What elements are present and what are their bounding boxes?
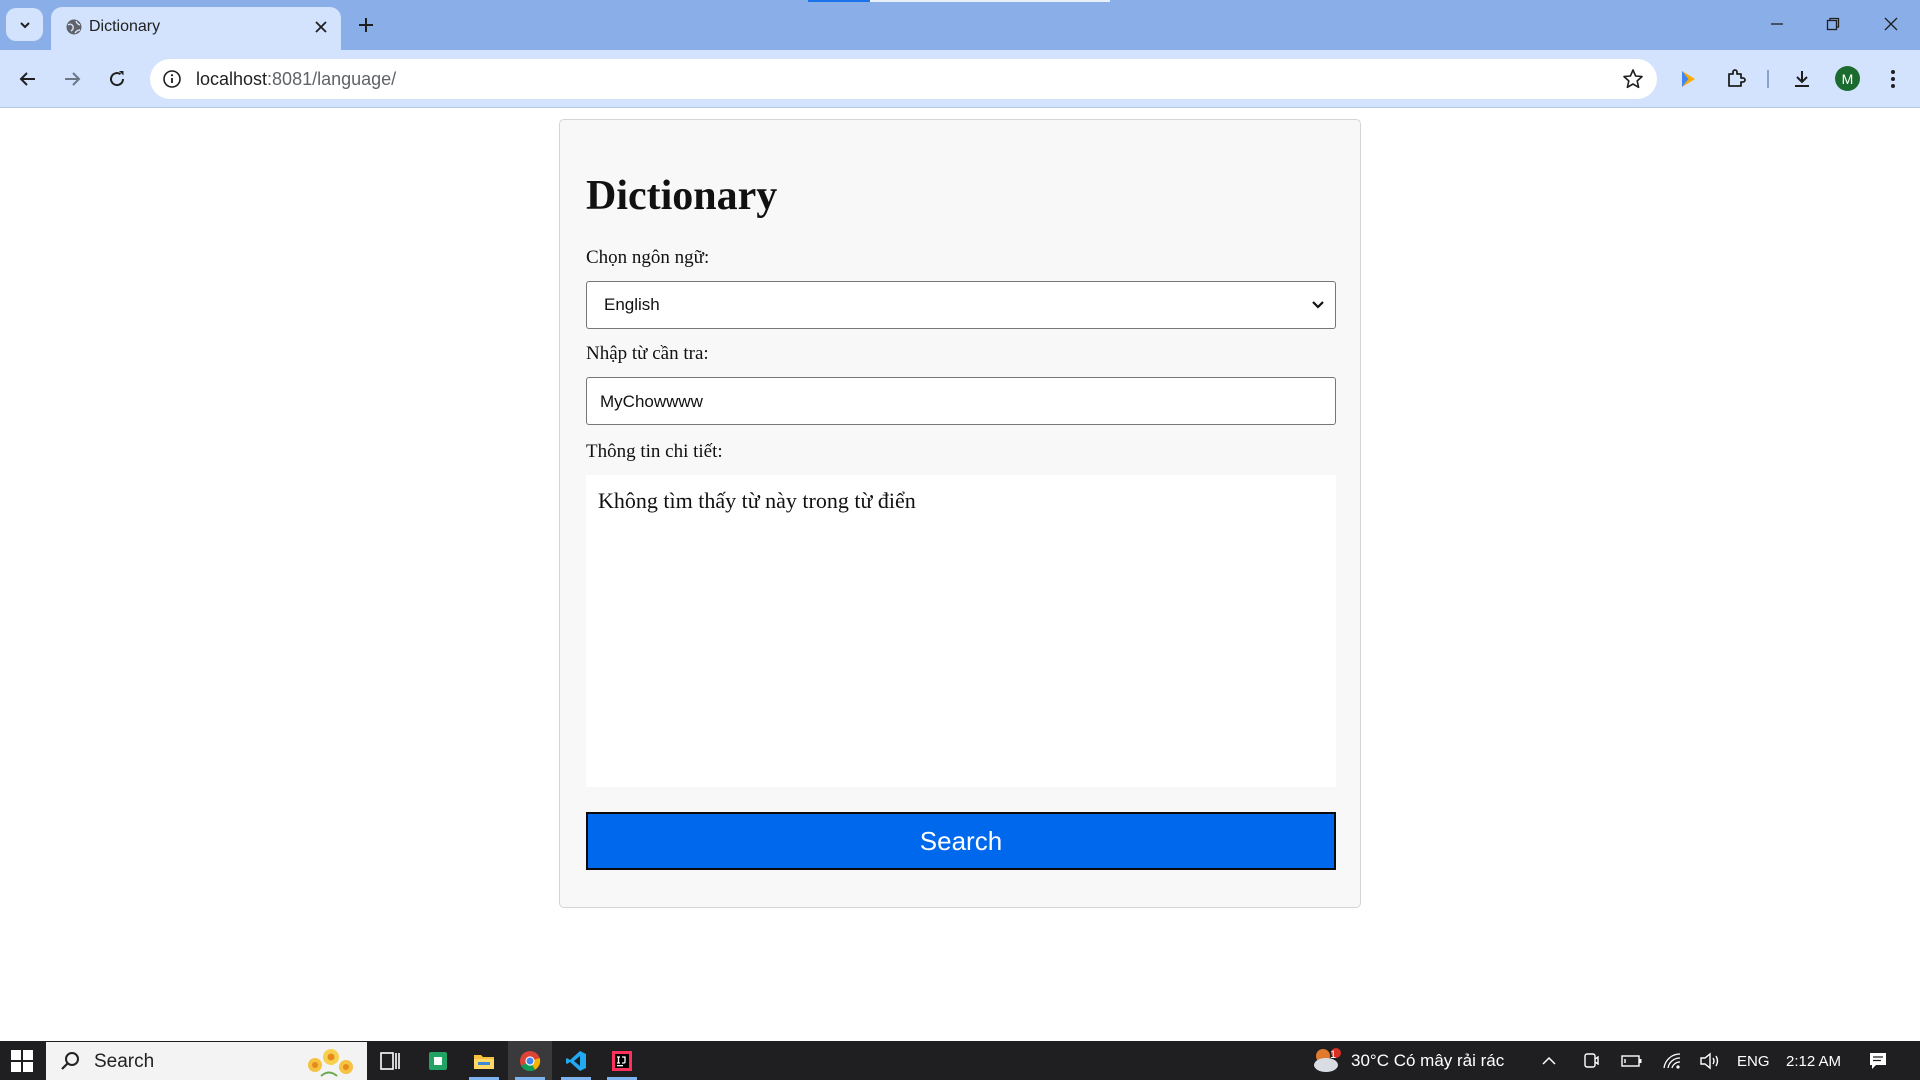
taskbar-app-file-explorer[interactable] [462,1041,506,1080]
minimize-icon [1771,23,1783,25]
plus-icon [359,18,373,32]
tab-loading-indicator [808,0,870,2]
word-input-value: MyChowwww [600,392,703,411]
back-button[interactable] [8,60,48,98]
intellij-icon [612,1050,632,1071]
clock[interactable]: 2:12 AM [1786,1052,1841,1072]
chevron-down-icon [19,21,30,28]
battery-icon[interactable] [1621,1050,1643,1072]
taskbar-app-intellij[interactable] [600,1041,644,1080]
forward-button[interactable] [52,60,92,98]
close-icon [315,21,327,33]
site-info-icon[interactable] [160,67,184,91]
address-bar[interactable]: localhost:8081/language/ [150,59,1657,99]
taskbar-app-vscode[interactable] [554,1041,598,1080]
chrome-icon [520,1050,541,1071]
arrow-right-icon [65,72,81,86]
tab-strip: Dictionary [0,0,1920,50]
word-label: Nhập từ cần tra: [586,343,709,364]
arrow-left-icon [19,72,35,86]
reload-icon [110,71,125,87]
toolbar-divider [1767,70,1769,88]
search-icon [61,1052,79,1070]
language-select[interactable]: English [586,281,1336,329]
new-tab-button[interactable] [351,10,381,40]
word-input[interactable]: MyChowwww [586,377,1336,425]
search-button[interactable]: Search [586,812,1336,870]
close-window-button[interactable] [1868,6,1914,42]
tab-search-button[interactable] [6,8,43,41]
page-title: Dictionary [586,173,778,219]
tab-dictionary[interactable]: Dictionary [51,7,341,50]
extension-play-icon[interactable] [1668,60,1708,98]
meet-now-icon[interactable] [1580,1050,1602,1072]
language-label: Chọn ngôn ngữ: [586,247,710,268]
tab-title: Dictionary [89,18,161,35]
globe-icon [63,16,85,38]
language-selected-value: English [604,295,660,314]
bookmark-star-icon[interactable] [1621,67,1645,91]
download-icon[interactable] [1782,60,1822,98]
browser-menu-button[interactable] [1873,60,1913,98]
task-view-icon [380,1051,400,1070]
windows-logo-icon [11,1049,33,1072]
minimize-button[interactable] [1754,6,1800,42]
wifi-icon[interactable] [1661,1050,1683,1072]
browser-toolbar: localhost:8081/language/ [0,50,1920,108]
start-button[interactable] [0,1041,44,1080]
profile-avatar[interactable]: M [1835,66,1860,91]
folder-icon [474,1054,494,1069]
search-highlight-flowers-icon [308,1049,353,1077]
weather-text[interactable]: 30°C Có mây rải rác [1351,1051,1504,1071]
dictionary-card: Dictionary Chọn ngôn ngữ: English Nhập t… [559,119,1361,908]
restore-button[interactable] [1810,6,1856,42]
taskbar: Search 1 30°C Có mây rải rác ENG 2:12 AM [0,1041,1920,1080]
tab-loading-track [870,0,1110,2]
detail-textarea[interactable]: Không tìm thấy từ này trong từ điển [586,475,1336,787]
chevron-up-icon[interactable] [1538,1050,1560,1072]
task-view-button[interactable] [368,1041,412,1080]
taskbar-app-chrome[interactable] [508,1041,552,1080]
detail-text: Không tìm thấy từ này trong từ điển [598,488,916,513]
spreadsheet-app-icon [429,1051,447,1070]
taskbar-app-sheets[interactable] [416,1041,460,1080]
restore-icon [1826,17,1840,31]
more-vertical-icon [1891,70,1895,88]
extensions-puzzle-icon[interactable] [1716,60,1756,98]
vscode-icon [566,1050,586,1071]
weather-alert-badge: 1 [1330,1049,1337,1061]
reload-button[interactable] [97,60,137,98]
notification-center-icon[interactable] [1867,1050,1889,1072]
detail-label: Thông tin chi tiết: [586,441,723,462]
close-icon [1884,17,1898,31]
tab-close-button[interactable] [309,15,333,39]
taskbar-search-box[interactable]: Search [46,1042,367,1080]
weather-cloud-icon [1314,1048,1341,1072]
chevron-down-icon [1312,301,1324,309]
input-language-indicator[interactable]: ENG [1737,1052,1770,1072]
volume-icon[interactable] [1699,1050,1721,1072]
taskbar-search-placeholder: Search [94,1051,155,1072]
address-url: localhost:8081/language/ [196,69,397,89]
